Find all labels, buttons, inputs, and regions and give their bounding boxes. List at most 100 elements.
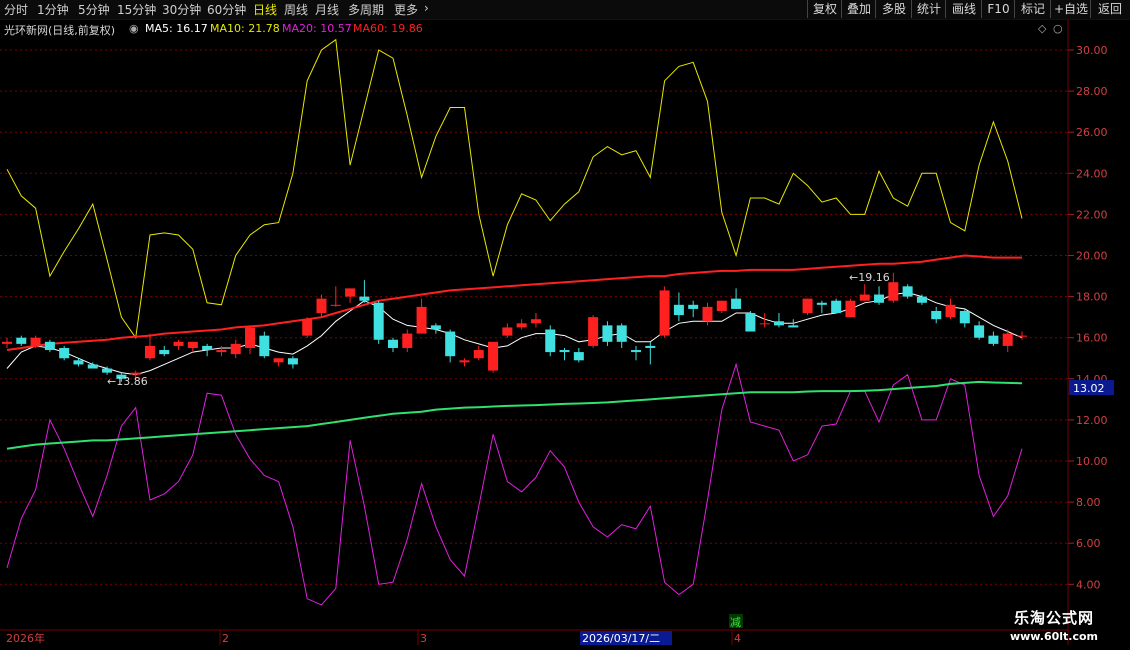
- candle: [773, 313, 784, 328]
- candle: [402, 329, 413, 353]
- candle-body: [974, 325, 985, 338]
- candle-body: [759, 323, 770, 325]
- candle: [430, 323, 441, 334]
- candle: [545, 325, 556, 357]
- candle-body: [445, 331, 456, 357]
- candle-body: [874, 294, 885, 303]
- candle-body: [631, 350, 642, 353]
- candle: [173, 339, 184, 351]
- candle-body: [330, 304, 341, 306]
- tick-label: 20.00: [1076, 250, 1108, 263]
- candle: [59, 345, 70, 361]
- candle-body: [688, 304, 699, 309]
- candle-body: [44, 341, 55, 351]
- grid-lines: [0, 49, 1068, 585]
- candle-body: [645, 345, 656, 348]
- candle: [688, 300, 699, 318]
- candle-body: [245, 327, 256, 348]
- candle-body: [816, 302, 827, 305]
- candle: [287, 356, 298, 369]
- tick-label: 18.00: [1076, 291, 1108, 304]
- candle-body: [159, 350, 170, 355]
- candle: [230, 339, 241, 359]
- date-label-apr: 4: [734, 632, 741, 645]
- candle: [459, 358, 470, 367]
- candle-body: [931, 310, 942, 320]
- candle-body: [731, 298, 742, 309]
- tick-label: 26.00: [1076, 126, 1108, 139]
- candle: [659, 286, 670, 338]
- candle: [859, 284, 870, 301]
- watermark: 乐淘公式网 www.60lt.com: [992, 607, 1116, 643]
- candle: [616, 323, 627, 348]
- candle-body: [516, 323, 527, 328]
- tick-label: 16.00: [1076, 332, 1108, 345]
- candle-body: [473, 350, 484, 359]
- candle-body: [144, 345, 155, 359]
- candle-body: [187, 341, 198, 348]
- candle: [631, 345, 642, 361]
- candle: [888, 272, 899, 303]
- candle: [416, 298, 427, 334]
- series-line-ma10: [6, 38, 1023, 340]
- tick-label: 8.00: [1076, 496, 1101, 509]
- candle: [502, 323, 513, 338]
- candle: [588, 315, 599, 348]
- candle: [359, 280, 370, 303]
- candle-body: [788, 325, 799, 328]
- current-price-label: 13.02: [1073, 382, 1105, 395]
- candle-body: [1017, 335, 1027, 337]
- candle-body: [173, 341, 184, 346]
- candle-body: [287, 358, 298, 365]
- candle-body: [502, 327, 513, 336]
- candle: [516, 319, 527, 330]
- candle: [816, 300, 827, 314]
- tick-label: 30.00: [1076, 44, 1108, 57]
- candle: [345, 288, 356, 303]
- candle: [488, 341, 499, 373]
- tick-label: 22.00: [1076, 208, 1108, 221]
- candle-body: [945, 304, 956, 318]
- candle-body: [416, 306, 427, 334]
- candle: [2, 337, 12, 348]
- candle-body: [845, 300, 856, 318]
- candle: [373, 300, 384, 344]
- candle: [387, 337, 398, 353]
- watermark-title: 乐淘公式网: [1013, 609, 1094, 627]
- candle: [473, 345, 484, 361]
- series-line-long-ma: [6, 380, 1023, 450]
- candle: [974, 321, 985, 340]
- candle-body: [702, 306, 713, 322]
- candle-body: [259, 335, 270, 357]
- candle-body: [559, 350, 570, 353]
- price-axis: 30.00 28.00 26.00 24.00 22.00 20.00 18.00 16.00…: [1067, 20, 1108, 645]
- candle-body: [859, 294, 870, 301]
- candle: [245, 325, 256, 355]
- candle: [44, 339, 55, 353]
- candle-body: [488, 341, 499, 371]
- candle-body: [359, 296, 370, 301]
- candle-body: [273, 358, 284, 363]
- candle-body: [716, 300, 727, 311]
- candlesticks: [2, 272, 1027, 382]
- candle: [731, 288, 742, 309]
- candle-body: [30, 337, 41, 346]
- candle-body: [316, 298, 327, 314]
- candle: [988, 331, 999, 346]
- candle: [931, 306, 942, 324]
- candle: [802, 298, 813, 316]
- candle-body: [73, 360, 84, 365]
- candle: [330, 286, 341, 307]
- candle-body: [588, 317, 599, 346]
- candle-body: [373, 302, 384, 340]
- series-line-ma60: [6, 254, 1022, 351]
- tick-label: 12.00: [1076, 414, 1108, 427]
- tick-label: 4.00: [1076, 578, 1101, 591]
- candle: [187, 341, 198, 353]
- candle: [716, 300, 727, 314]
- candle-body: [916, 296, 927, 303]
- watermark-url: www.60lt.com: [1009, 630, 1099, 643]
- candle: [302, 317, 313, 338]
- date-label-feb: 2: [222, 632, 229, 645]
- ma-series: [6, 38, 1023, 606]
